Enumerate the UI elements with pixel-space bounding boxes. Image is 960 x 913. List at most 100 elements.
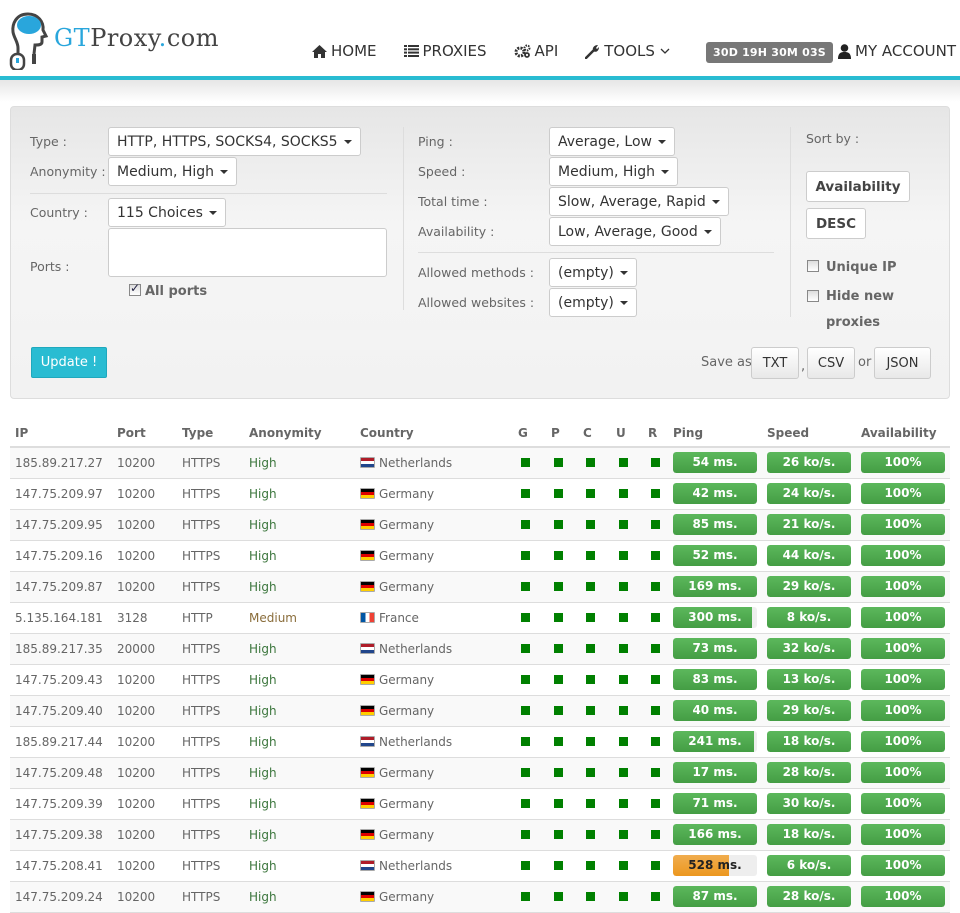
all-ports-checkbox[interactable] bbox=[129, 281, 141, 296]
site-logo[interactable]: GTProxy.com bbox=[8, 10, 219, 70]
cell-anonymity: High bbox=[244, 788, 355, 820]
table-row[interactable]: 185.89.217.27 10200 HTTPS High Netherlands 54… bbox=[10, 447, 950, 479]
speed-bar: 30 ko/s. bbox=[767, 793, 851, 814]
cell-ping: 73 ms. bbox=[668, 633, 762, 665]
cell-speed: 13 ko/s. bbox=[762, 664, 856, 696]
nav-tools[interactable]: TOOLS bbox=[585, 42, 674, 60]
country-name: Germany bbox=[379, 672, 435, 687]
column-header-anonymity[interactable]: Anonymity bbox=[244, 419, 355, 448]
speed-value: 44 ko/s. bbox=[782, 548, 836, 562]
caret-down-icon bbox=[619, 300, 628, 305]
cell-p bbox=[546, 881, 578, 913]
ping-value: 54 ms. bbox=[692, 455, 738, 470]
save-json-button[interactable]: JSON bbox=[874, 347, 931, 379]
speed-value: 21 ko/s. bbox=[782, 517, 836, 531]
nav-home[interactable]: HOME bbox=[312, 42, 377, 60]
cell-r bbox=[643, 695, 668, 727]
column-header-country[interactable]: Country bbox=[355, 419, 513, 448]
status-ok-icon bbox=[521, 674, 530, 684]
hide-new-label[interactable]: Hide new proxies bbox=[826, 284, 896, 336]
table-row[interactable]: 147.75.209.40 10200 HTTPS High Germany 40 ms.… bbox=[10, 695, 950, 727]
anonymity-dropdown[interactable]: Medium, High bbox=[108, 157, 238, 186]
availability-dropdown[interactable]: Low, Average, Good bbox=[549, 217, 721, 246]
save-csv-button[interactable]: CSV bbox=[807, 347, 855, 379]
table-row[interactable]: 147.75.209.97 10200 HTTPS High Germany 42 ms.… bbox=[10, 478, 950, 510]
ping-bar: 87 ms. bbox=[673, 886, 757, 907]
column-header-port[interactable]: Port bbox=[112, 419, 177, 448]
ping-dropdown[interactable]: Average, Low bbox=[549, 127, 675, 156]
cell-c bbox=[578, 602, 611, 634]
cell-country: Germany bbox=[355, 695, 513, 727]
nav-api[interactable]: API bbox=[514, 42, 558, 60]
column-header-type[interactable]: Type bbox=[177, 419, 244, 448]
cell-port: 10200 bbox=[112, 447, 177, 479]
ping-value: 42 ms. bbox=[692, 486, 738, 500]
table-row[interactable]: 185.89.217.44 10200 HTTPS High Netherlands 24… bbox=[10, 726, 950, 758]
speed-bar: 28 ko/s. bbox=[767, 762, 851, 783]
nav-proxies[interactable]: PROXIES bbox=[403, 42, 487, 60]
country-dropdown[interactable]: 115 Choices bbox=[108, 198, 226, 227]
total-time-dropdown[interactable]: Slow, Average, Rapid bbox=[549, 187, 729, 216]
status-ok-icon bbox=[586, 612, 595, 622]
sort-field-button[interactable]: Availability bbox=[806, 171, 910, 202]
column-header-speed[interactable]: Speed bbox=[762, 419, 856, 448]
column-header-ping[interactable]: Ping bbox=[668, 419, 762, 448]
cell-u bbox=[611, 633, 643, 665]
table-row[interactable]: 5.135.164.181 3128 HTTP Medium France 300 ms.… bbox=[10, 602, 950, 634]
column-header-availability[interactable]: Availability bbox=[856, 419, 950, 448]
ports-input[interactable] bbox=[108, 228, 387, 277]
status-ok-icon bbox=[554, 488, 563, 498]
cell-anonymity: High bbox=[244, 664, 355, 696]
column-header-g[interactable]: G bbox=[513, 419, 546, 448]
table-row[interactable]: 185.89.217.35 20000 HTTPS High Netherlands 73… bbox=[10, 633, 950, 665]
table-row[interactable]: 147.75.209.38 10200 HTTPS High Germany 166 ms… bbox=[10, 819, 950, 851]
cell-u bbox=[611, 819, 643, 851]
column-header-u[interactable]: U bbox=[611, 419, 643, 448]
unique-ip-label[interactable]: Unique IP bbox=[826, 260, 897, 275]
speed-bar: 24 ko/s. bbox=[767, 483, 851, 504]
cell-r bbox=[643, 788, 668, 820]
cell-c bbox=[578, 726, 611, 758]
cell-country: Germany bbox=[355, 819, 513, 851]
table-row[interactable]: 147.75.209.43 10200 HTTPS High Germany 83 ms.… bbox=[10, 664, 950, 696]
status-ok-icon bbox=[651, 829, 660, 839]
allowed-methods-dropdown[interactable]: (empty) bbox=[549, 258, 637, 287]
cell-g bbox=[513, 726, 546, 758]
cell-g bbox=[513, 447, 546, 479]
sort-order-button[interactable]: DESC bbox=[806, 208, 866, 239]
cell-port: 10200 bbox=[112, 540, 177, 572]
table-row[interactable]: 147.75.209.39 10200 HTTPS High Germany 71 ms.… bbox=[10, 788, 950, 820]
hide-new-checkbox[interactable] bbox=[807, 290, 819, 302]
country-label: Country : bbox=[30, 205, 88, 220]
cell-ping: 52 ms. bbox=[668, 540, 762, 572]
my-account-link[interactable]: MY ACCOUNT bbox=[838, 42, 956, 60]
column-header-ip[interactable]: IP bbox=[10, 419, 112, 448]
status-ok-icon bbox=[521, 705, 530, 715]
column-header-p[interactable]: P bbox=[546, 419, 578, 448]
column-header-r[interactable]: R bbox=[643, 419, 668, 448]
table-row[interactable]: 147.75.208.41 10200 HTTPS High Netherlands 52… bbox=[10, 850, 950, 882]
type-dropdown[interactable]: HTTP, HTTPS, SOCKS4, SOCKS5 bbox=[108, 127, 361, 156]
home-icon bbox=[312, 44, 327, 58]
cell-country: Germany bbox=[355, 664, 513, 696]
status-ok-icon bbox=[651, 891, 660, 901]
speed-dropdown[interactable]: Medium, High bbox=[549, 157, 679, 186]
table-row[interactable]: 147.75.209.48 10200 HTTPS High Germany 17 ms.… bbox=[10, 757, 950, 789]
speed-value: 32 ko/s. bbox=[782, 641, 836, 655]
unique-ip-checkbox[interactable] bbox=[807, 260, 819, 272]
update-button[interactable]: Update ! bbox=[31, 347, 107, 378]
table-row[interactable]: 147.75.209.16 10200 HTTPS High Germany 52 ms.… bbox=[10, 540, 950, 572]
column-header-c[interactable]: C bbox=[578, 419, 611, 448]
table-row[interactable]: 147.75.209.95 10200 HTTPS High Germany 85 ms.… bbox=[10, 509, 950, 541]
allowed-websites-dropdown[interactable]: (empty) bbox=[549, 288, 637, 317]
cell-country: France bbox=[355, 602, 513, 634]
cell-speed: 28 ko/s. bbox=[762, 757, 856, 789]
table-row[interactable]: 147.75.209.87 10200 HTTPS High Germany 169 ms… bbox=[10, 571, 950, 603]
all-ports-label[interactable]: All ports bbox=[145, 284, 207, 299]
cell-availability: 100% bbox=[856, 726, 950, 758]
availability-bar: 100% bbox=[861, 886, 945, 907]
status-ok-icon bbox=[651, 457, 660, 467]
table-row[interactable]: 147.75.209.24 10200 HTTPS High Germany 87 ms.… bbox=[10, 881, 950, 913]
save-txt-button[interactable]: TXT bbox=[751, 347, 799, 379]
speed-bar: 8 ko/s. bbox=[767, 607, 851, 628]
